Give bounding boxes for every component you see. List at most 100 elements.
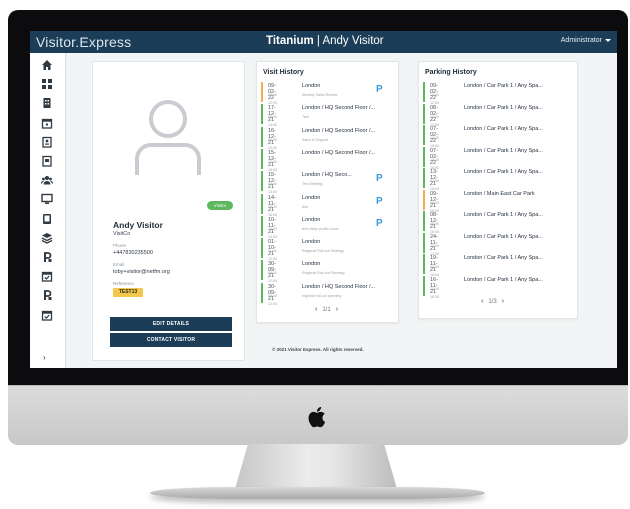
tablet-icon[interactable] <box>41 213 53 225</box>
row-time: 11:00 - 12:00 <box>268 249 277 262</box>
home-icon[interactable] <box>41 59 53 71</box>
row-location: London / Car Park 1 / Any Spa... <box>464 255 543 261</box>
row-time: 12:00 - 18:00 <box>268 159 277 172</box>
parking-history-row[interactable]: 13-12-21 07:30 - 18:00 London / Car Park 1… <box>423 168 543 191</box>
dashboard-icon[interactable] <box>41 78 53 90</box>
next-page-button[interactable]: › <box>502 298 504 305</box>
calendar-icon[interactable] <box>41 117 53 129</box>
parking-history-card: Parking History ‹ 1/3 › 09-02-22 10:00 - … <box>418 61 578 319</box>
brand-logo[interactable]: Visitor.Express <box>36 34 131 50</box>
building-icon[interactable] <box>41 97 53 109</box>
parking-icon[interactable] <box>41 251 53 263</box>
user-menu[interactable]: Administrator <box>561 37 611 44</box>
row-location: London <box>302 261 321 268</box>
row-description: Monthly Sales Review <box>302 93 338 97</box>
visit-history-row[interactable]: 09-02-22 09:00 - 12:00 London Monthly Sales… <box>261 82 383 105</box>
chevron-down-icon <box>605 39 611 42</box>
visit-history-row[interactable]: 01-10-21 11:00 - 12:00 London Regional Roll… <box>261 238 344 261</box>
parking-icon: P <box>376 195 383 207</box>
expand-sidebar-button[interactable]: › <box>43 353 46 362</box>
row-time: 10:30 - 16:30 <box>430 286 439 299</box>
row-description: Test Meeting <box>302 182 323 187</box>
parking-history-row[interactable]: 09-02-22 10:00 - 12:00 London / Car Park 1… <box>423 82 543 105</box>
row-time: 09:00 - 12:00 <box>268 271 277 284</box>
parking-history-row[interactable]: 08-02-22 10:00 - 13:00 London / Car Park 1… <box>423 103 543 127</box>
apple-logo-icon <box>308 406 326 428</box>
row-location: London / Car Park 1 / Any Spa... <box>464 83 543 89</box>
id-badge-icon[interactable] <box>41 136 53 148</box>
row-time: 09:00 - 13:00 <box>268 182 277 195</box>
avatar-icon <box>135 100 201 175</box>
calendar-check-icon[interactable] <box>41 309 53 321</box>
reference-badge: TEST13 <box>113 288 143 297</box>
row-location: London / Car Park 1 / Any Spa... <box>464 276 543 283</box>
row-time: 09:00 - 13:00 <box>268 115 277 128</box>
contact-visitor-button[interactable]: CONTACT VISITOR <box>110 333 232 347</box>
parking-history-row[interactable]: 07-02-22 14:30 - 18:00 London / Car Park 1… <box>423 146 543 170</box>
row-location: London / HQ Seco... <box>302 172 352 179</box>
row-location: London / Car Park 1 / Any Spa... <box>464 233 543 240</box>
row-location: London / Car Park 1 / Any Spa... <box>464 126 543 132</box>
parking-history-row[interactable]: 19-11-21 14:30 - 18:00 London / Car Park 1… <box>423 254 543 277</box>
status-badge: Visitor <box>207 201 233 210</box>
row-time: 15:30 - 18:00 <box>268 204 277 217</box>
row-time: 07:30 - 18:00 <box>430 179 439 191</box>
top-bar: Visitor.Express Titanium | Andy Visitor … <box>30 31 617 53</box>
row-location: London <box>302 216 321 223</box>
visitor-company: VisitCo <box>113 231 131 237</box>
row-time: 10:00 - 12:30 <box>430 243 439 256</box>
id-card-icon[interactable] <box>41 155 53 167</box>
row-description: test visitor profile zoom <box>302 226 339 231</box>
next-page-button[interactable]: › <box>336 306 338 313</box>
visit-history-row[interactable]: 16-12-21 09:00 - 13:00 London / HQ Second … <box>261 126 375 150</box>
parking-history-row[interactable]: 09-12-21 09:00 - 09:00 London / Main East … <box>423 189 535 213</box>
row-location: London / Car Park 1 / Any Spa... <box>464 104 543 111</box>
row-time: 09:00 - 13:00 <box>268 137 277 150</box>
parking-history-row[interactable]: 07-02-22 14:30 - 18:00 London / Car Park 1… <box>423 125 543 148</box>
phone-value: +447830235500 <box>113 250 153 256</box>
row-location: London / Car Park 1 / Any Spa... <box>464 147 543 154</box>
parking-icon: P <box>376 217 383 229</box>
edit-details-button[interactable]: EDIT DETAILS <box>110 317 232 331</box>
visit-history-card: Visit History ‹ 1/1 › 09-02-22 09:00 - 12… <box>256 61 399 323</box>
sidebar: › <box>30 53 66 368</box>
visit-history-row[interactable]: 30-09-21 09:00 - 12:00 London / HQ Second … <box>261 282 375 306</box>
row-location: London / Car Park 1 / Any Spa... <box>464 212 543 218</box>
row-location: London <box>302 239 321 246</box>
monitor-icon[interactable] <box>41 193 53 205</box>
users-icon[interactable] <box>41 174 53 186</box>
visit-history-row[interactable]: 15-12-21 09:00 - 13:00 London / HQ Seco...… <box>261 171 383 194</box>
row-description: Regional Roll-out Planning <box>302 271 345 276</box>
row-time: 14:30 - 18:00 <box>430 265 439 277</box>
monitor-chin <box>8 385 628 445</box>
parking-history-row[interactable]: 24-11-21 10:00 - 12:30 London / Car Park 1… <box>423 232 543 256</box>
parking-icon: P <box>376 84 383 95</box>
prev-page-button[interactable]: ‹ <box>315 306 317 313</box>
visit-history-row[interactable]: 10-11-21 14:00 - 15:00 London test visitor … <box>261 215 383 239</box>
row-time: 08:00 - 18:00 <box>430 222 439 234</box>
row-description: Sales & Support <box>302 137 328 142</box>
user-menu-label: Administrator <box>560 37 602 44</box>
row-time: 10:00 - 12:00 <box>430 93 439 105</box>
layers-icon[interactable] <box>41 232 53 244</box>
parking-history-row[interactable]: 16-11-21 10:30 - 16:30 London / Car Park 1… <box>423 275 543 299</box>
parking-icon[interactable] <box>41 289 53 301</box>
page-title-visitor: | Andy Visitor <box>313 35 384 47</box>
site-name: Titanium <box>266 35 314 47</box>
visit-history-row[interactable]: 15-12-21 12:00 - 18:00 London / HQ Second … <box>261 148 375 172</box>
phone-label: Phone <box>113 243 127 248</box>
row-description: Regional Roll-out Strategy <box>302 249 344 254</box>
visit-history-row[interactable]: 17-12-21 09:00 - 13:00 London / HQ Second … <box>261 104 375 127</box>
parking-history-row[interactable]: 08-12-21 08:00 - 18:00 London / Car Park 1… <box>423 211 543 234</box>
row-location: London / HQ Second Floor /... <box>302 283 376 290</box>
app-screen: Visitor.Express Titanium | Andy Visitor … <box>30 31 617 368</box>
visitor-profile-card: Visitor Andy Visitor VisitCo Phone +4478… <box>92 61 245 361</box>
email-label: Email <box>113 262 125 267</box>
visit-history-row[interactable]: 30-09-21 09:00 - 12:00 London Regional Roll… <box>261 260 345 283</box>
row-time: 14:30 - 18:00 <box>430 136 439 148</box>
visit-page-indicator: 1/1 <box>322 306 331 313</box>
calendar-check-icon[interactable] <box>41 270 53 282</box>
visit-history-row[interactable]: 14-11-21 15:30 - 18:00 London test P <box>261 193 383 217</box>
parking-page-indicator: 1/3 <box>488 298 497 305</box>
prev-page-button[interactable]: ‹ <box>481 298 483 305</box>
